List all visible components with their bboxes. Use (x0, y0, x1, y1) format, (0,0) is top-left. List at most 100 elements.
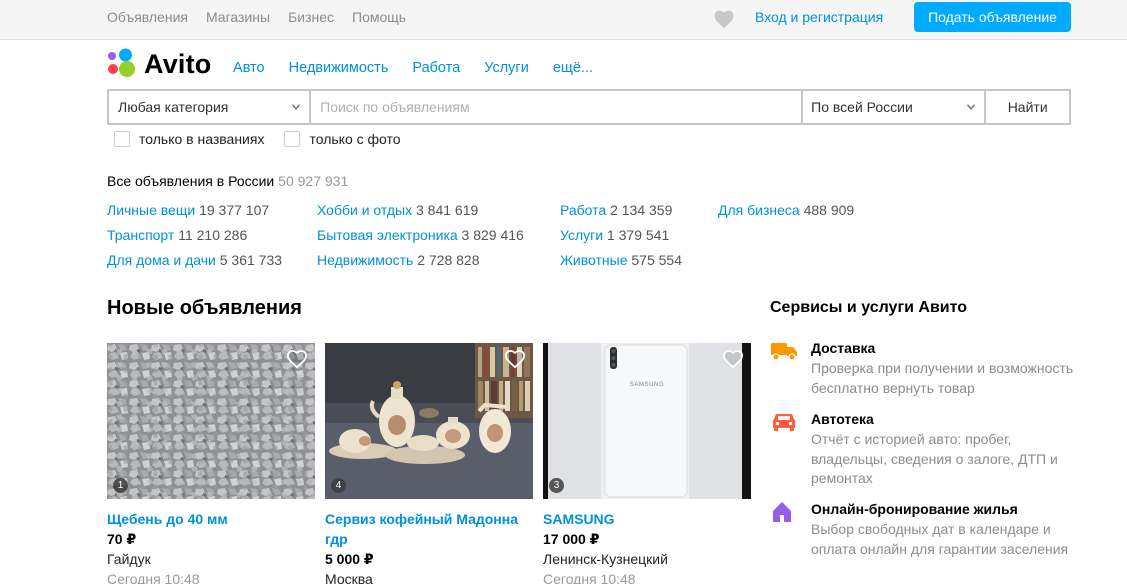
service-description: Отчёт с историей авто: пробег, владельцы… (811, 431, 1058, 486)
service-title[interactable]: Онлайн-бронирование жилья (811, 501, 1018, 517)
listing-location: Гайдук (107, 551, 151, 567)
total-ads-label: Все объявления в России (107, 173, 275, 189)
phone-photo: SAMSUNG (543, 343, 751, 499)
top-bar: Объявления Магазины Бизнес Помощь Вход и… (0, 0, 1127, 40)
listing-card[interactable]: 1 Щебень до 40 мм 70 ₽ Гайдук Сегодня 10… (107, 343, 315, 584)
search-button[interactable]: Найти (986, 91, 1069, 123)
service-description: Проверка при получении и возможность бес… (811, 360, 1074, 396)
nav-jobs[interactable]: Работа (412, 60, 460, 76)
category-item: Недвижимость 2 728 828 (317, 252, 524, 277)
category-count: 5 361 733 (219, 252, 283, 268)
listing-card[interactable]: 4 Сервиз кофейный Мадонна гдр 5 000 ₽ Мо… (325, 343, 533, 584)
only-titles-checkbox[interactable]: только в названиях (114, 131, 264, 147)
category-link[interactable]: Хобби и отдых (317, 202, 412, 218)
category-link[interactable]: Недвижимость (317, 252, 413, 268)
listing-title[interactable]: Сервиз кофейный Мадонна гдр (325, 509, 533, 549)
listing-title[interactable]: Щебень до 40 мм (107, 509, 315, 529)
category-link[interactable]: Бытовая электроника (317, 227, 458, 243)
category-link[interactable]: Личные вещи (107, 202, 195, 218)
nav-more[interactable]: ещё... (553, 60, 593, 76)
only-photo-label: только с фото (309, 131, 401, 147)
listing-photo[interactable]: 1 (107, 343, 315, 499)
category-count: 2 134 359 (610, 202, 673, 218)
new-listings-title: Новые объявления (107, 297, 302, 319)
top-nav-ads[interactable]: Объявления (107, 9, 188, 25)
phone-brand-label: SAMSUNG (630, 382, 665, 388)
favorite-heart-icon[interactable] (286, 349, 308, 369)
category-item: Бытовая электроника 3 829 416 (317, 227, 524, 252)
favorite-heart-icon[interactable] (504, 349, 526, 369)
checkbox-box[interactable] (114, 131, 130, 147)
category-item: Животные 575 554 (560, 252, 682, 277)
category-select[interactable]: Любая категория (109, 91, 310, 123)
favorite-heart-icon[interactable] (722, 349, 744, 369)
total-ads: Все объявления в России 50 927 931 (107, 173, 348, 189)
category-link[interactable]: Услуги (560, 227, 603, 243)
category-link[interactable]: Для дома и дачи (107, 252, 216, 268)
category-link[interactable]: Для бизнеса (718, 202, 800, 218)
only-titles-label: только в названиях (139, 131, 265, 147)
category-link[interactable]: Транспорт (107, 227, 174, 243)
services-title: Сервисы и услуги Авито (770, 299, 968, 316)
listing-price: 70 ₽ (107, 531, 137, 547)
category-item: Работа 2 134 359 (560, 202, 682, 227)
listing-title[interactable]: SAMSUNG (543, 509, 751, 529)
category-column-4: Для бизнеса 488 909 (718, 202, 854, 227)
truck-icon (771, 343, 797, 361)
listing-price: 5 000 ₽ (325, 551, 374, 567)
top-nav-help[interactable]: Помощь (352, 9, 406, 25)
logo-dots-icon (108, 48, 135, 77)
main-nav: Авто Недвижимость Работа Услуги ещё... (233, 60, 617, 76)
car-icon (773, 414, 795, 431)
service-title[interactable]: Доставка (811, 340, 875, 356)
photo-count-badge: 3 (549, 478, 564, 493)
listing-location: Ленинск-Кузнецкий (543, 551, 668, 567)
chevron-down-icon (967, 104, 976, 110)
category-column-3: Работа 2 134 359 Услуги 1 379 541 Животн… (560, 202, 682, 277)
category-count: 3 841 619 (415, 202, 479, 218)
region-select-value: По всей России (811, 99, 913, 115)
listing-date: Сегодня 10:48 (107, 571, 200, 584)
top-nav: Объявления Магазины Бизнес Помощь (107, 9, 406, 25)
listing-card[interactable]: SAMSUNG 3 SAMSUNG 17 000 ₽ Ленинск-Кузне… (543, 343, 751, 584)
category-column-1: Личные вещи 19 377 107 Транспорт 11 210 … (107, 202, 282, 277)
category-count: 11 210 286 (178, 227, 248, 243)
login-register-link[interactable]: Вход и регистрация (755, 9, 883, 25)
photo-count-badge: 4 (331, 478, 346, 493)
category-item: Личные вещи 19 377 107 (107, 202, 282, 227)
avito-logo[interactable]: Avito (107, 48, 217, 80)
nav-auto[interactable]: Авто (233, 60, 265, 76)
category-count: 488 909 (803, 202, 855, 218)
category-count: 1 379 541 (606, 227, 670, 243)
listing-location: Москва (325, 571, 373, 584)
nav-services[interactable]: Услуги (484, 60, 529, 76)
nav-realty[interactable]: Недвижимость (289, 60, 389, 76)
category-count: 19 377 107 (199, 202, 270, 218)
category-item: Хобби и отдых 3 841 619 (317, 202, 524, 227)
post-ad-button[interactable]: Подать объявление (914, 2, 1071, 32)
checkbox-box[interactable] (284, 131, 301, 147)
logo-text: Avito (144, 49, 212, 79)
only-photo-checkbox[interactable]: только с фото (284, 131, 401, 147)
top-nav-business[interactable]: Бизнес (288, 9, 334, 25)
category-link[interactable]: Животные (560, 252, 628, 268)
service-title[interactable]: Автотека (811, 411, 874, 427)
search-filters: только в названиях только с фото (114, 131, 421, 147)
listing-photo[interactable]: 4 (325, 343, 533, 499)
category-link[interactable]: Работа (560, 202, 606, 218)
gravel-photo (107, 343, 315, 499)
favorites-heart-icon[interactable] (713, 9, 735, 29)
top-nav-shops[interactable]: Магазины (206, 9, 270, 25)
search-bar: Любая категория По всей России Найти (107, 89, 1071, 125)
category-select-value: Любая категория (118, 99, 229, 115)
search-input[interactable] (311, 91, 802, 123)
tea-set-photo (325, 343, 533, 499)
photo-count-badge: 1 (113, 478, 128, 493)
listing-date: Сегодня 10:48 (543, 571, 636, 584)
category-column-2: Хобби и отдых 3 841 619 Бытовая электрон… (317, 202, 524, 277)
chevron-down-icon (292, 104, 301, 110)
region-select[interactable]: По всей России (803, 91, 985, 123)
category-item: Услуги 1 379 541 (560, 227, 682, 252)
listing-price: 17 000 ₽ (543, 531, 600, 547)
listing-photo[interactable]: SAMSUNG 3 (543, 343, 751, 499)
